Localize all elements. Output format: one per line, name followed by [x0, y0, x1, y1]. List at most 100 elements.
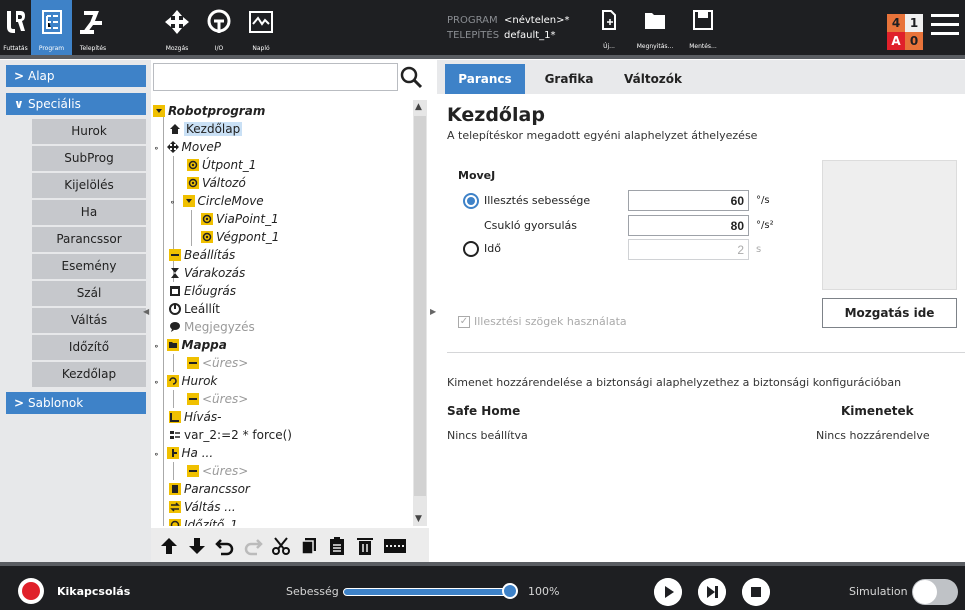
program-info: PROGRAM <névtelen>* TELEPÍTÉS default_1* — [447, 15, 570, 41]
tree-node-empty[interactable]: <üres> — [187, 390, 248, 408]
empty-icon — [187, 393, 199, 405]
simulation-toggle[interactable] — [912, 579, 958, 605]
sidebar-item-script[interactable]: Parancssor — [32, 227, 146, 252]
tree-node-popup[interactable]: Előugrás — [169, 282, 236, 300]
use-joint-angles-checkbox[interactable]: ✓ — [458, 316, 470, 328]
hamburger-menu-icon[interactable] — [931, 14, 959, 38]
tab-variables[interactable]: Változók — [613, 64, 693, 94]
sidebar-item-subprog[interactable]: SubProg — [32, 146, 146, 171]
redo-icon[interactable] — [243, 536, 263, 556]
move-here-button[interactable]: Mozgatás ide — [822, 298, 957, 328]
delete-icon[interactable] — [355, 536, 375, 556]
tree-node-set[interactable]: Beállítás — [169, 246, 235, 264]
move-up-icon[interactable] — [159, 536, 179, 556]
collapse-tree-icon[interactable]: ▶ — [430, 307, 436, 316]
tree-node-if[interactable]: ⚬ Ha ... — [153, 444, 213, 462]
sidebar-item-loop[interactable]: Hurok — [32, 119, 146, 144]
move-icon — [166, 141, 179, 153]
move-down-icon[interactable] — [187, 536, 207, 556]
time-radio[interactable] — [463, 241, 479, 257]
paste-icon[interactable] — [327, 536, 347, 556]
tree-node-script[interactable]: Parancssor — [169, 480, 250, 498]
tree-node-halt[interactable]: Leállít — [169, 300, 220, 318]
scroll-up-icon[interactable]: ▲ — [415, 102, 422, 112]
tree-node-variable[interactable]: Változó — [187, 174, 246, 192]
badge-alarm: A — [887, 32, 905, 50]
tree-node-waypoint-1[interactable]: Útpont_1 — [187, 156, 256, 174]
open-file-button[interactable]: Megnyitás... — [634, 8, 676, 52]
joint-speed-radio[interactable] — [463, 193, 479, 209]
nav-io[interactable]: I/O — [198, 0, 240, 55]
empty-icon — [187, 465, 199, 477]
tab-graphics[interactable]: Grafika — [529, 64, 609, 94]
collapse-sidebar-icon[interactable]: ◀ — [143, 307, 149, 316]
tree-node-empty[interactable]: <üres> — [187, 354, 248, 372]
tree-node-home[interactable]: Kezdőlap — [169, 120, 243, 138]
section-basic[interactable]: > Alap — [6, 65, 146, 87]
joint-accel-field[interactable] — [628, 215, 749, 236]
nav-installation[interactable]: Telepítés — [72, 0, 114, 55]
waypoint-icon — [201, 213, 213, 225]
nav-log[interactable]: Napló — [240, 0, 282, 55]
sidebar-item-event[interactable]: Esemény — [32, 254, 146, 279]
section-templates[interactable]: > Sablonok — [6, 392, 146, 414]
nav-program[interactable]: Program — [31, 0, 72, 55]
sidebar-item-timer[interactable]: Időzítő — [32, 335, 146, 360]
tree-node-assignment[interactable]: var_2:=2 * force() — [169, 426, 292, 444]
nav-move[interactable]: Mozgás — [156, 0, 198, 55]
play-icon[interactable] — [654, 578, 682, 606]
flag-icon — [182, 195, 195, 207]
save-button[interactable]: Mentés... — [682, 8, 724, 52]
speed-label: Sebesség — [286, 585, 339, 598]
expander-icon: ⚬ — [153, 342, 160, 351]
tree-node-switch[interactable]: Váltás ... — [169, 498, 236, 516]
tree-node-loop[interactable]: ⚬ Hurok — [153, 372, 217, 390]
scroll-down-icon[interactable]: ▼ — [415, 514, 422, 524]
time-field[interactable] — [628, 239, 749, 260]
tree-node-circlemove[interactable]: ⚬ CircleMove — [169, 192, 264, 210]
search-icon[interactable] — [399, 65, 423, 89]
nav-run[interactable]: Futtatás — [0, 0, 31, 55]
tree-node-movep[interactable]: ⚬ MoveP — [153, 138, 221, 156]
top-bar: Futtatás Program Telepítés Mozgás I/O Na… — [0, 0, 965, 59]
scrollbar-thumb[interactable] — [414, 116, 426, 496]
tree-node-folder[interactable]: ⚬ Mappa — [153, 336, 227, 354]
step-icon[interactable] — [698, 578, 726, 606]
stop-icon[interactable] — [742, 578, 770, 606]
tree-node-empty[interactable]: <üres> — [187, 462, 248, 480]
tree-node-wait[interactable]: Várakozás — [169, 264, 245, 282]
new-file-icon — [602, 10, 616, 30]
sidebar-item-thread[interactable]: Szál — [32, 281, 146, 306]
section-advanced[interactable]: ∨ Speciális — [6, 93, 146, 115]
joint-speed-label: Illesztés sebessége — [484, 194, 591, 207]
tree-node-comment[interactable]: Megjegyzés — [169, 318, 255, 336]
suppress-icon[interactable] — [383, 536, 407, 556]
home-icon — [170, 124, 180, 134]
assign-icon — [170, 431, 180, 439]
tab-command[interactable]: Parancs — [445, 64, 525, 94]
tree-node-viapoint[interactable]: ViaPoint_1 — [201, 210, 279, 228]
speed-slider-handle[interactable] — [502, 583, 518, 599]
cut-icon[interactable] — [271, 536, 291, 556]
joint-speed-field[interactable] — [628, 190, 749, 211]
power-button[interactable] — [18, 578, 44, 604]
tree-search-input[interactable] — [153, 63, 398, 91]
tree-node-root[interactable]: Robotprogram — [153, 102, 265, 120]
chevron-down-icon: ∨ — [14, 97, 24, 111]
new-file-button[interactable]: Új... — [588, 8, 630, 52]
program-icon — [41, 10, 62, 34]
undo-icon[interactable] — [215, 536, 235, 556]
tree-scrollbar[interactable]: ▲ ▼ — [413, 100, 427, 526]
tree-node-endpoint[interactable]: Végpont_1 — [201, 228, 279, 246]
sidebar-item-switch[interactable]: Váltás — [32, 308, 146, 333]
copy-icon[interactable] — [299, 536, 319, 556]
sidebar-item-assignment[interactable]: Kijelölés — [32, 173, 146, 198]
tree-node-call[interactable]: Hívás- — [169, 408, 221, 426]
joint-accel-unit: °/s² — [756, 220, 774, 231]
sidebar-item-if[interactable]: Ha — [32, 200, 146, 225]
speed-slider[interactable] — [343, 588, 515, 596]
footer-bar: Kikapcsolás Sebesség 100% Simulation — [0, 562, 965, 610]
pose-preview — [822, 160, 957, 290]
sidebar-item-home[interactable]: Kezdőlap — [32, 362, 146, 387]
tree-node-timer[interactable]: Időzítő_1 — [169, 516, 238, 526]
